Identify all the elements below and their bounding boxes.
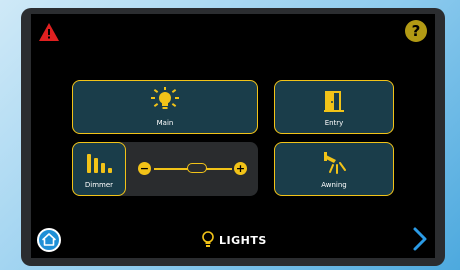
awning-light-icon bbox=[324, 152, 346, 174]
home-icon bbox=[42, 233, 56, 246]
touch-screen: ? Main Entry Dimmer − + Awning LIGHTS bbox=[31, 14, 435, 258]
lightbulb-outline-icon bbox=[202, 231, 214, 247]
door-icon bbox=[324, 91, 344, 112]
entry-label: Entry bbox=[324, 119, 344, 127]
main-label: Main bbox=[156, 119, 174, 127]
help-button[interactable]: ? bbox=[405, 20, 427, 42]
entry-light-button[interactable]: Entry bbox=[274, 80, 394, 134]
dimmer-decrease-button[interactable]: − bbox=[138, 162, 151, 175]
lightbulb-icon bbox=[151, 87, 179, 109]
awning-label: Awning bbox=[321, 181, 347, 189]
chevron-right-icon[interactable] bbox=[411, 226, 429, 252]
awning-light-button[interactable]: Awning bbox=[274, 142, 394, 196]
dimmer-slider-thumb[interactable] bbox=[186, 163, 207, 173]
page-title: LIGHTS bbox=[201, 230, 267, 250]
warning-triangle-icon[interactable] bbox=[38, 22, 60, 42]
page-title-text: LIGHTS bbox=[219, 233, 267, 247]
dimmer-bars-icon bbox=[87, 154, 112, 173]
dimmer-control: Dimmer − + bbox=[72, 142, 258, 196]
main-light-button[interactable]: Main bbox=[72, 80, 258, 134]
dimmer-increase-button[interactable]: + bbox=[234, 162, 247, 175]
dimmer-button[interactable]: Dimmer bbox=[72, 142, 126, 196]
home-button[interactable] bbox=[37, 228, 61, 252]
dimmer-label: Dimmer bbox=[84, 181, 114, 189]
